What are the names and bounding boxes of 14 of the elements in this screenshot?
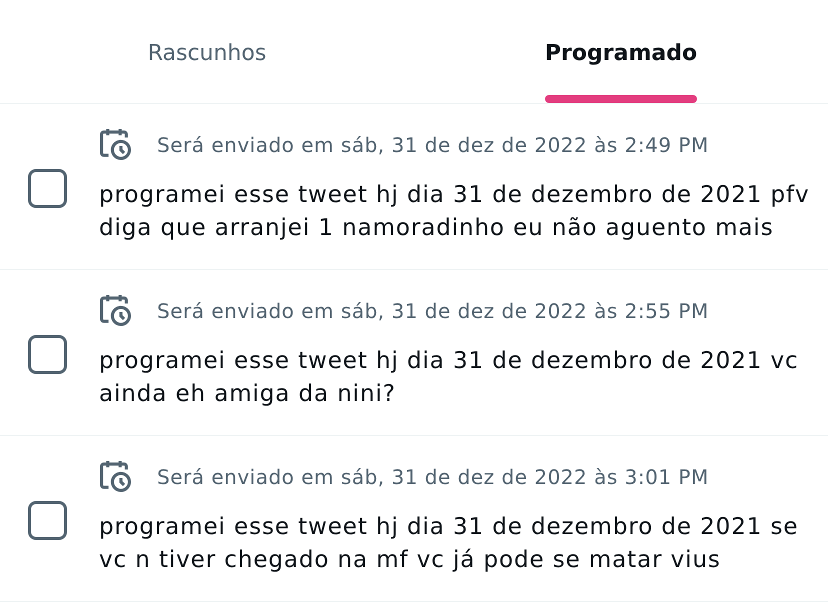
- schedule-time-text: Será enviado em sáb, 31 de dez de 2022 às 2:55 PM: [157, 298, 709, 322]
- schedule-time-text: Será enviado em sáb, 31 de dez de 2022 às 3:01 PM: [157, 464, 709, 488]
- calendar-clock-icon: [100, 461, 131, 492]
- checkbox[interactable]: [28, 335, 67, 374]
- calendar-clock-icon: [100, 129, 131, 160]
- schedule-time-text: Será enviado em sáb, 31 de dez de 2022 às 2:49 PM: [157, 132, 709, 156]
- checkbox[interactable]: [28, 501, 67, 540]
- checkbox[interactable]: [28, 169, 67, 208]
- calendar-clock-icon: [100, 295, 131, 326]
- tweet-text: programei esse tweet hj dia 31 de dezembro de 2021 pfv diga que arranjei 1 namoradinho eu não aguento mais: [99, 180, 811, 242]
- tab[interactable]: Rascunhos: [0, 0, 414, 103]
- tweet-text: programei esse tweet hj dia 31 de dezembro de 2021 vc ainda eh amiga da nini?: [99, 346, 800, 408]
- tab[interactable]: Programado: [414, 0, 828, 103]
- tweet-text: programei esse tweet hj dia 31 de dezembro de 2021 se vc n tiver chegado na mf vc já pode se matar vius: [99, 512, 800, 574]
